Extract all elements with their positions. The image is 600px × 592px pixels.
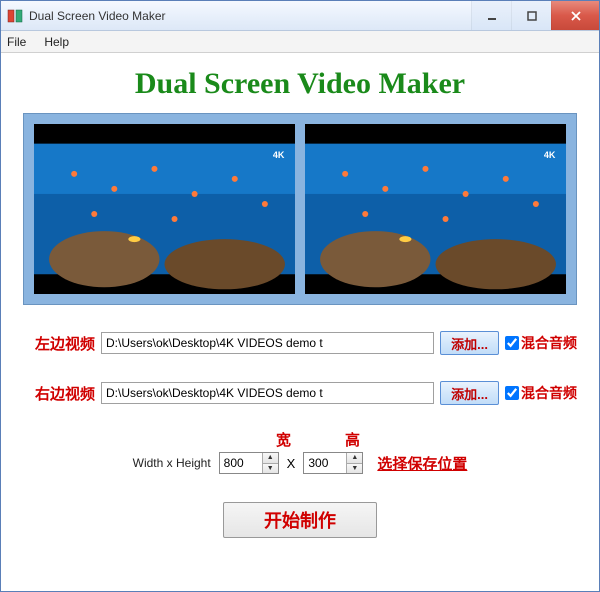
- titlebar: Dual Screen Video Maker: [1, 1, 599, 31]
- right-mix-checkbox[interactable]: [505, 386, 519, 400]
- start-row: 开始制作: [23, 502, 577, 538]
- right-add-button[interactable]: 添加...: [440, 381, 499, 405]
- close-button[interactable]: [551, 1, 599, 30]
- width-spinner[interactable]: ▲ ▼: [219, 452, 279, 474]
- left-video-path-input[interactable]: [101, 332, 434, 354]
- content-area: Dual Screen Video Maker 4K: [1, 53, 599, 591]
- width-header: 宽: [276, 429, 291, 450]
- window-title: Dual Screen Video Maker: [29, 9, 471, 23]
- x-separator: X: [287, 456, 296, 471]
- right-mix-wrap: 混合音频: [505, 383, 577, 403]
- dims-headers: 宽 高: [276, 429, 360, 450]
- right-video-path-input[interactable]: [101, 382, 434, 404]
- minimize-button[interactable]: [471, 1, 511, 30]
- width-up-icon[interactable]: ▲: [263, 453, 278, 464]
- dims-row: Width x Height ▲ ▼ X ▲ ▼ 选择保存位置: [133, 452, 468, 474]
- width-input[interactable]: [220, 453, 262, 473]
- page-title: Dual Screen Video Maker: [23, 67, 577, 101]
- app-window: Dual Screen Video Maker File Help Dual S…: [0, 0, 600, 592]
- dimensions-block: 宽 高 Width x Height ▲ ▼ X ▲ ▼: [23, 429, 577, 474]
- height-spinner[interactable]: ▲ ▼: [303, 452, 363, 474]
- window-controls: [471, 1, 599, 30]
- left-video-label: 左边视频: [23, 333, 95, 354]
- right-video-row: 右边视频 添加... 混合音频: [23, 381, 577, 405]
- width-down-icon[interactable]: ▼: [263, 464, 278, 474]
- height-down-icon[interactable]: ▼: [347, 464, 362, 474]
- svg-text:4K: 4K: [273, 150, 285, 160]
- app-icon: [7, 8, 23, 24]
- left-video-thumbnail: 4K: [34, 124, 295, 294]
- preview-panel: 4K 4K: [23, 113, 577, 305]
- menubar: File Help: [1, 31, 599, 53]
- wh-label: Width x Height: [133, 456, 211, 470]
- right-mix-label: 混合音频: [521, 383, 577, 403]
- left-mix-checkbox[interactable]: [505, 336, 519, 350]
- choose-save-location[interactable]: 选择保存位置: [377, 453, 467, 474]
- svg-text:4K: 4K: [544, 150, 556, 160]
- height-up-icon[interactable]: ▲: [347, 453, 362, 464]
- menu-help[interactable]: Help: [44, 35, 69, 49]
- left-mix-label: 混合音频: [521, 333, 577, 353]
- left-add-button[interactable]: 添加...: [440, 331, 499, 355]
- maximize-button[interactable]: [511, 1, 551, 30]
- height-input[interactable]: [304, 453, 346, 473]
- height-header: 高: [345, 429, 360, 450]
- start-button[interactable]: 开始制作: [223, 502, 377, 538]
- right-video-label: 右边视频: [23, 383, 95, 404]
- right-video-thumbnail: 4K: [305, 124, 566, 294]
- left-mix-wrap: 混合音频: [505, 333, 577, 353]
- left-video-row: 左边视频 添加... 混合音频: [23, 331, 577, 355]
- menu-file[interactable]: File: [7, 35, 26, 49]
